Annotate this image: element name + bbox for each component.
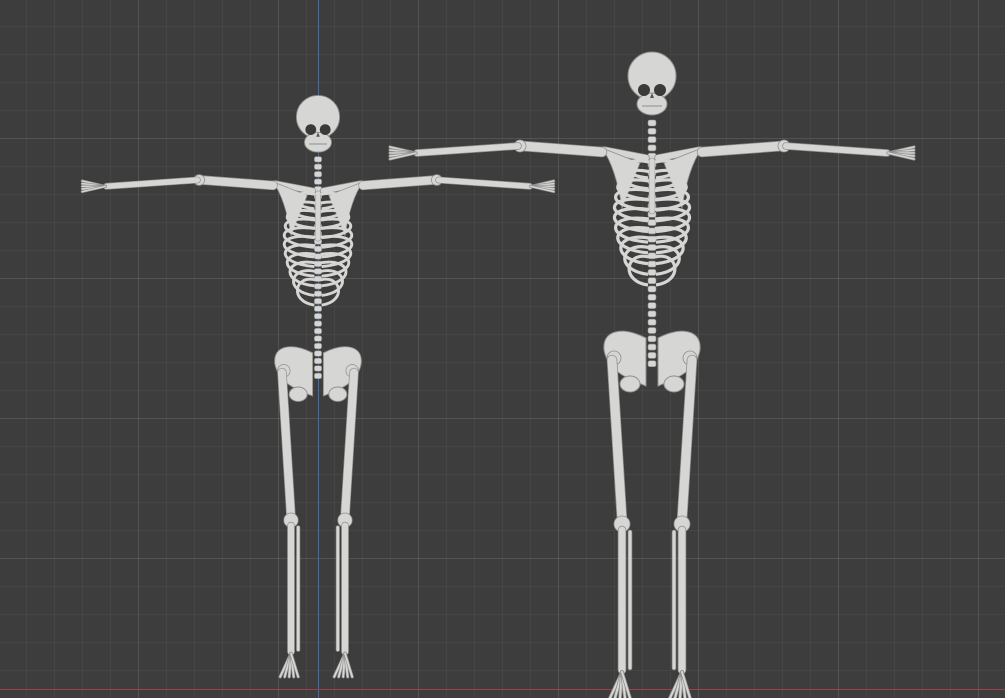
eye-socket-left	[638, 84, 650, 96]
vertebra	[647, 227, 657, 235]
vertebra	[647, 335, 657, 343]
vertebra	[647, 128, 657, 135]
vertebra	[647, 352, 657, 359]
humerus-right	[697, 141, 787, 157]
skeleton-model-right[interactable]	[0, 0, 1005, 698]
forearm-left	[414, 143, 521, 156]
vertebra	[647, 318, 657, 326]
vertebra	[647, 260, 657, 268]
vertebra	[647, 244, 657, 251]
vertebra	[647, 235, 657, 243]
3d-viewport[interactable]	[0, 0, 1005, 698]
pubis-right	[663, 375, 685, 393]
vertebra	[647, 327, 657, 334]
vertebra	[647, 310, 657, 318]
humerus-left	[517, 141, 607, 157]
pubis-left	[619, 375, 641, 393]
eye-socket-right	[654, 84, 666, 96]
sternum	[648, 157, 656, 215]
vertebra	[647, 277, 657, 285]
forearm-right	[783, 143, 890, 156]
vertebra	[647, 144, 657, 152]
vertebra	[647, 269, 657, 276]
vertebra	[647, 136, 657, 143]
vertebra	[647, 285, 657, 293]
skeleton-figure-icon	[388, 51, 916, 698]
vertebra	[647, 219, 657, 226]
vertebra	[647, 302, 657, 309]
vertebra	[647, 343, 657, 351]
vertebra	[647, 293, 657, 301]
vertebra	[647, 360, 657, 368]
vertebra	[647, 119, 657, 127]
